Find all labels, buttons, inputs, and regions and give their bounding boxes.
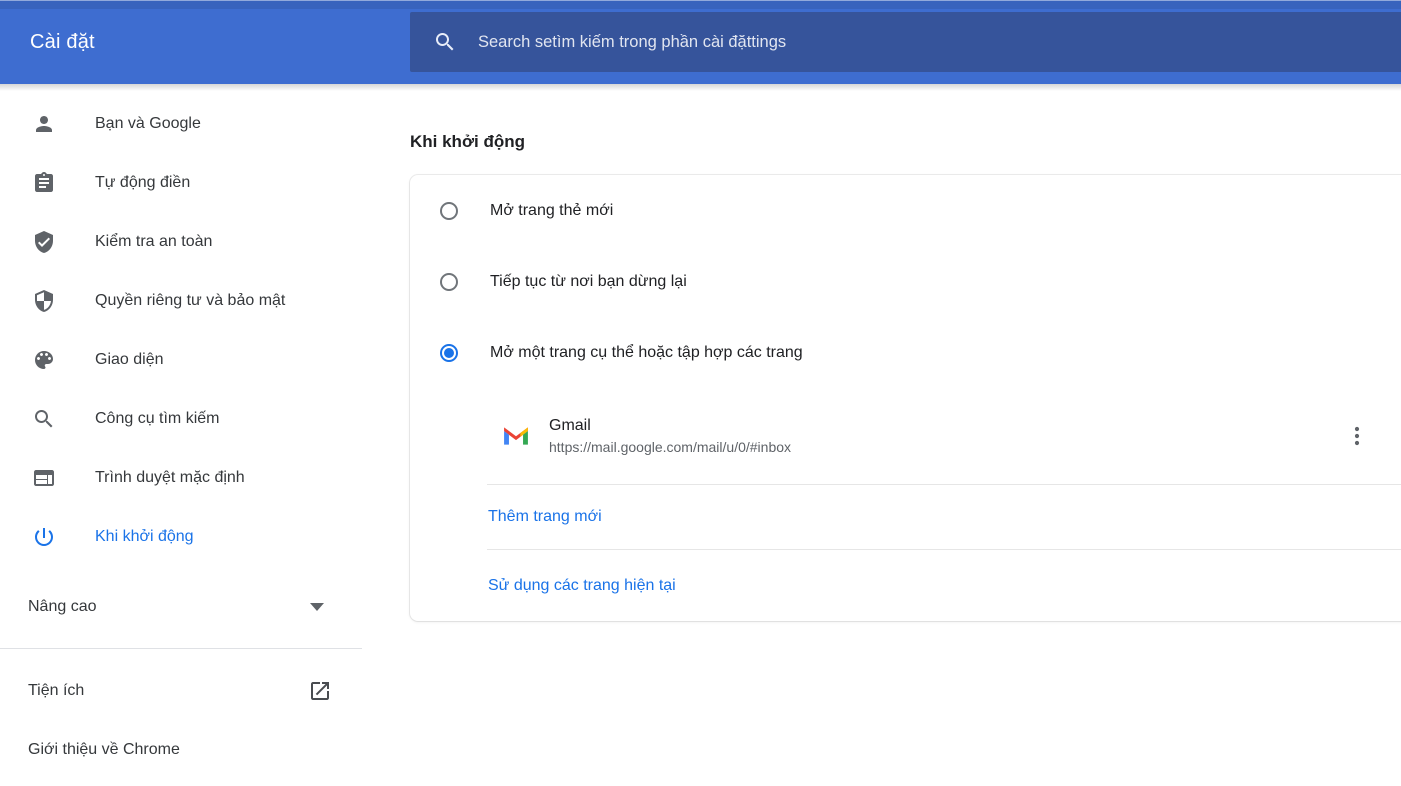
sidebar-item-label: Trình duyệt mặc định: [95, 469, 245, 487]
gmail-favicon: [503, 426, 529, 446]
power-icon: [32, 525, 56, 549]
autofill-icon: [32, 171, 56, 195]
settings-search-box[interactable]: [410, 12, 1401, 72]
sidebar-item-label: Quyền riêng tư và bảo mật: [95, 292, 285, 310]
add-new-page-row[interactable]: Thêm trang mới: [410, 485, 1401, 549]
use-current-pages-link[interactable]: Sử dụng các trang hiện tại: [488, 577, 676, 595]
option-continue-where-left-off[interactable]: Tiếp tục từ nơi bạn dừng lại: [410, 246, 1401, 317]
extensions-label: Tiện ích: [28, 682, 84, 700]
startup-page-info: Gmail https://mail.google.com/mail/u/0/#…: [549, 417, 791, 455]
radio-option-label: Mở trang thẻ mới: [490, 202, 613, 220]
default-browser-icon: [32, 466, 56, 490]
startup-page-url: https://mail.google.com/mail/u/0/#inbox: [549, 439, 791, 455]
sidebar-advanced-toggle[interactable]: Nâng cao: [0, 577, 362, 636]
radio-option-label: Tiếp tục từ nơi bạn dừng lại: [490, 273, 687, 291]
sidebar-item-appearance[interactable]: Giao diện: [0, 330, 410, 389]
sidebar-item-label: Tự động điền: [95, 174, 190, 192]
page-title: Cài đặt: [30, 0, 95, 84]
sidebar-item-extensions[interactable]: Tiện ích: [0, 661, 362, 720]
settings-sidebar: Bạn và Google Tự động điền Kiểm tra an t…: [0, 84, 410, 786]
sidebar-item-label: Công cụ tìm kiếm: [95, 410, 219, 428]
sidebar-item-label: Bạn và Google: [95, 115, 201, 133]
privacy-shield-icon: [32, 289, 56, 313]
radio-button-unselected[interactable]: [440, 273, 458, 291]
option-open-specific-pages[interactable]: Mở một trang cụ thể hoặc tập hợp các tra…: [410, 317, 1401, 388]
sidebar-item-autofill[interactable]: Tự động điền: [0, 153, 410, 212]
sidebar-item-privacy[interactable]: Quyền riêng tư và bảo mật: [0, 271, 410, 330]
startup-page-row: Gmail https://mail.google.com/mail/u/0/#…: [410, 388, 1401, 484]
section-title: Khi khởi động: [410, 132, 1401, 152]
radio-button-unselected[interactable]: [440, 202, 458, 220]
safety-check-icon: [32, 230, 56, 254]
open-in-new-icon: [308, 679, 332, 703]
chevron-down-icon: [310, 603, 324, 611]
radio-option-label: Mở một trang cụ thể hoặc tập hợp các tra…: [490, 344, 803, 362]
radio-button-selected[interactable]: [440, 344, 458, 362]
sidebar-item-label: Kiểm tra an toàn: [95, 233, 212, 251]
on-startup-card: Mở trang thẻ mới Tiếp tục từ nơi bạn dừn…: [410, 175, 1401, 621]
header-toolbar: Cài đặt: [0, 0, 1401, 84]
sidebar-item-about-chrome[interactable]: Giới thiệu về Chrome: [0, 720, 362, 779]
page-more-actions-button[interactable]: [1337, 416, 1377, 456]
sidebar-divider: [0, 648, 362, 649]
use-current-pages-row[interactable]: Sử dụng các trang hiện tại: [410, 550, 1401, 621]
option-open-new-tab[interactable]: Mở trang thẻ mới: [410, 175, 1401, 246]
sidebar-item-safety-check[interactable]: Kiểm tra an toàn: [0, 212, 410, 271]
sidebar-item-on-startup[interactable]: Khi khởi động: [0, 507, 410, 566]
search-engine-icon: [32, 407, 56, 431]
sidebar-item-default-browser[interactable]: Trình duyệt mặc định: [0, 448, 410, 507]
palette-icon: [32, 348, 56, 372]
sidebar-item-search-engine[interactable]: Công cụ tìm kiếm: [0, 389, 410, 448]
kebab-menu-icon: [1345, 424, 1369, 448]
settings-search-input[interactable]: [478, 33, 1401, 52]
sidebar-item-label: Khi khởi động: [95, 528, 194, 546]
about-chrome-label: Giới thiệu về Chrome: [28, 741, 180, 759]
sidebar-item-you-and-google[interactable]: Bạn và Google: [0, 94, 410, 153]
advanced-label: Nâng cao: [28, 598, 97, 616]
search-icon: [433, 30, 457, 54]
sidebar-item-label: Giao diện: [95, 351, 164, 369]
settings-main-panel: Khi khởi động Mở trang thẻ mới Tiếp tục …: [410, 84, 1401, 786]
startup-page-title: Gmail: [549, 417, 791, 435]
person-icon: [32, 112, 56, 136]
add-new-page-link[interactable]: Thêm trang mới: [488, 508, 602, 526]
